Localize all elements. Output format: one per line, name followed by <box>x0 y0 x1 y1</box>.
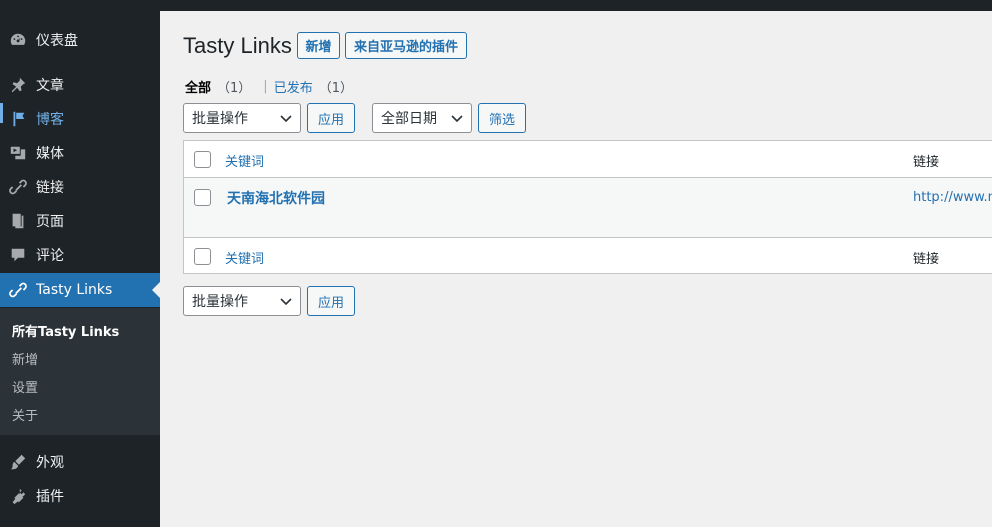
sidebar-item-label: 评论 <box>36 248 64 264</box>
status-filter: 全部 （1） | 已发布 （1） <box>185 77 353 96</box>
apply-button-top[interactable]: 应用 <box>307 103 355 133</box>
sidebar-item-label: 外观 <box>36 455 64 471</box>
bulk-action-select-top[interactable]: 批量操作 <box>183 103 301 133</box>
sidebar-item-label: 媒体 <box>36 146 64 162</box>
chevron-down-icon <box>451 112 463 124</box>
comment-icon <box>0 246 36 264</box>
submenu-all-links[interactable]: 所有Tasty Links <box>12 321 119 340</box>
page-title: Tasty Links <box>183 33 292 58</box>
table-row: 天南海北软件园 http://www.ne <box>184 178 992 238</box>
sidebar-item-label: 文章 <box>36 78 64 94</box>
amazon-plugin-button[interactable]: 来自亚马逊的插件 <box>345 32 467 59</box>
sidebar-item-label: 仪表盘 <box>36 33 78 49</box>
sidebar-item-tasty-links[interactable]: Tasty Links <box>0 273 160 307</box>
select-all-checkbox-footer[interactable] <box>194 248 211 265</box>
select-all-checkbox[interactable] <box>194 151 211 168</box>
submenu-add-new[interactable]: 新增 <box>12 349 38 368</box>
admin-bar <box>0 0 992 11</box>
chevron-down-icon <box>280 112 292 124</box>
sidebar-item-label: 链接 <box>36 180 64 196</box>
table-footer: 关键词 链接 <box>184 238 992 274</box>
column-link-footer: 链接 <box>913 252 940 267</box>
links-table: 关键词 链接 天南海北软件园 http://www.ne 关键词 链接 <box>183 140 992 274</box>
sidebar-item-links[interactable]: 链接 <box>0 170 160 204</box>
admin-sidebar: 仪表盘 文章 博客 媒体 链接 页面 评论 Tasty Links 外观 插件 <box>0 11 160 527</box>
bulk-action-select-bottom[interactable]: 批量操作 <box>183 286 301 316</box>
filter-all[interactable]: 全部 <box>185 77 211 96</box>
sidebar-item-dashboard[interactable]: 仪表盘 <box>0 23 160 57</box>
bulk-action-value: 批量操作 <box>192 111 248 127</box>
tasty-links-submenu: 所有Tasty Links 新增 设置 关于 <box>0 308 160 435</box>
sidebar-item-label: 页面 <box>36 214 64 230</box>
link-icon <box>0 281 36 299</box>
row-checkbox[interactable] <box>194 189 211 206</box>
sidebar-item-media[interactable]: 媒体 <box>0 136 160 170</box>
filter-separator: | <box>263 79 268 94</box>
column-keyword-footer[interactable]: 关键词 <box>225 248 264 267</box>
sidebar-item-comments[interactable]: 评论 <box>0 238 160 272</box>
link-icon <box>0 178 36 196</box>
sidebar-item-label: 博客 <box>36 112 64 128</box>
filter-published[interactable]: 已发布 <box>274 77 313 96</box>
table-header: 关键词 链接 <box>184 141 992 178</box>
dashboard-icon <box>0 31 36 49</box>
main-content: Tasty Links 新增 来自亚马逊的插件 全部 （1） | 已发布 （1）… <box>160 11 992 527</box>
apply-button-bottom[interactable]: 应用 <box>307 286 355 316</box>
column-keyword-header[interactable]: 关键词 <box>225 151 264 170</box>
flag-icon <box>0 110 36 128</box>
filter-button[interactable]: 筛选 <box>478 103 526 133</box>
submenu-about[interactable]: 关于 <box>12 405 38 424</box>
media-icon <box>0 144 36 162</box>
row-title-link[interactable]: 天南海北软件园 <box>227 188 325 208</box>
sidebar-item-plugins[interactable]: 插件 <box>0 479 160 513</box>
pin-icon <box>0 76 36 94</box>
sidebar-item-blog[interactable]: 博客 <box>0 102 160 136</box>
page-icon <box>0 212 36 230</box>
sidebar-item-posts[interactable]: 文章 <box>0 68 160 102</box>
sidebar-item-label: 插件 <box>36 489 64 505</box>
bulk-action-value: 批量操作 <box>192 294 248 310</box>
submenu-settings[interactable]: 设置 <box>12 377 38 396</box>
sidebar-item-label: Tasty Links <box>36 282 113 298</box>
column-link-header: 链接 <box>913 155 940 170</box>
brush-icon <box>0 453 36 471</box>
date-filter-select[interactable]: 全部日期 <box>372 103 472 133</box>
date-filter-value: 全部日期 <box>381 111 437 127</box>
filter-published-count: （1） <box>318 81 353 96</box>
sidebar-item-pages[interactable]: 页面 <box>0 204 160 238</box>
sidebar-item-appearance[interactable]: 外观 <box>0 445 160 479</box>
plugin-icon <box>0 487 36 505</box>
add-new-button[interactable]: 新增 <box>297 32 340 59</box>
row-url[interactable]: http://www.ne <box>913 190 992 205</box>
filter-all-count: （1） <box>217 81 252 96</box>
chevron-down-icon <box>280 295 292 307</box>
